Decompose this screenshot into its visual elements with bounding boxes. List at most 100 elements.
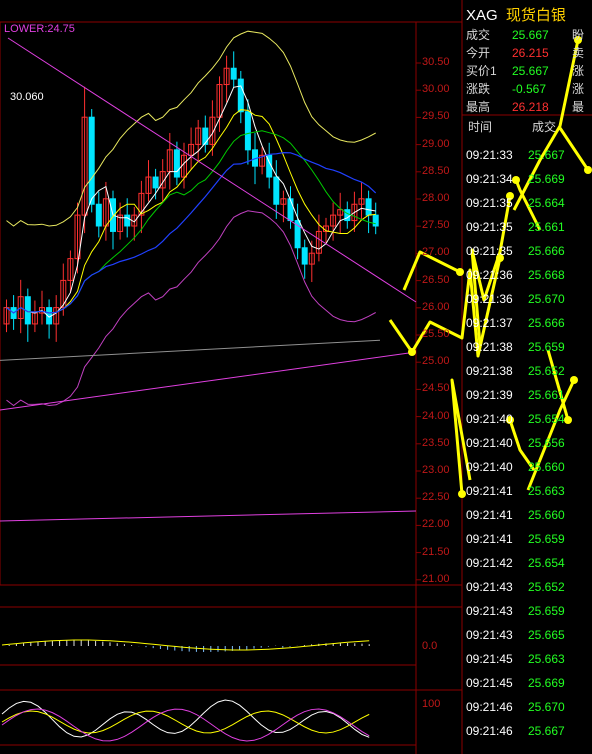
tick-row: 09:21:33 25.667 xyxy=(466,143,592,167)
tick-time: 09:21:45 xyxy=(466,676,513,690)
tick-row: 09:21:36 25.668 xyxy=(466,263,592,287)
candles-layer xyxy=(3,51,379,342)
tick-price: 25.659 xyxy=(528,532,565,546)
price-axis-label: 29.50 xyxy=(422,110,450,123)
tick-price: 25.661 xyxy=(528,388,565,402)
tick-time: 09:21:43 xyxy=(466,604,513,618)
quote-extra: 涨 xyxy=(572,64,585,78)
yellow-arrow-head xyxy=(458,490,466,498)
tick-time: 09:21:35 xyxy=(466,244,513,258)
tick-row: 09:21:43 25.659 xyxy=(466,599,592,623)
tick-time: 09:21:46 xyxy=(466,724,513,738)
candle-body xyxy=(124,214,131,227)
yellow-arrow-head xyxy=(456,268,464,276)
tick-row: 09:21:45 25.663 xyxy=(466,647,592,671)
tick-price: 25.654 xyxy=(528,556,565,570)
tick-price: 25.667 xyxy=(528,724,565,738)
candle-body xyxy=(244,111,251,151)
tick-price: 25.652 xyxy=(528,364,565,378)
tick-time: 09:21:39 xyxy=(466,388,513,402)
tick-time: 09:21:33 xyxy=(466,148,513,162)
macd-panel xyxy=(1,639,370,652)
tick-price: 25.654 xyxy=(528,412,565,426)
tick-time: 09:21:42 xyxy=(466,556,513,570)
price-axis-label: 27.00 xyxy=(422,246,450,259)
tick-price: 25.669 xyxy=(528,676,565,690)
price-axis-label: 30.50 xyxy=(422,56,450,68)
quote-label: 涨跌 xyxy=(466,82,491,96)
tick-time: 09:21:40 xyxy=(466,412,513,426)
flat-line xyxy=(0,339,381,361)
quote-value: -0.567 xyxy=(512,82,547,96)
quote-label: 成交 xyxy=(466,28,491,42)
tick-time: 09:21:46 xyxy=(466,700,513,714)
tick-time: 09:21:36 xyxy=(466,292,513,306)
tick-time: 09:21:43 xyxy=(466,580,513,594)
price-axis-label: 30.00 xyxy=(422,83,450,96)
ma-trend-line xyxy=(6,151,377,314)
tick-price: 25.669 xyxy=(528,172,565,186)
tick-row: 09:21:43 25.665 xyxy=(466,623,592,647)
ma-short-line xyxy=(6,85,376,318)
tick-time: 09:21:43 xyxy=(466,628,513,642)
quote-row: 买价1 25.667 涨 xyxy=(466,63,584,80)
tick-price: 25.670 xyxy=(528,292,565,306)
long-support-trendline xyxy=(0,510,417,522)
price-axis-label: 22.00 xyxy=(422,518,450,531)
tick-row: 09:21:45 25.669 xyxy=(466,671,592,695)
macd-zero-label: 0.0 xyxy=(422,640,438,652)
tick-price: 25.664 xyxy=(528,196,565,210)
tick-time: 09:21:38 xyxy=(466,364,513,378)
quote-extra: 涨 xyxy=(572,82,585,96)
tick-row: 09:21:46 25.667 xyxy=(466,719,592,743)
tick-time: 09:21:35 xyxy=(466,196,513,210)
rsi-100-label: 100 xyxy=(422,698,441,710)
price-axis-label: 26.00 xyxy=(422,300,450,313)
candle-body xyxy=(237,78,244,113)
quote-value: 25.667 xyxy=(512,64,549,78)
tick-row: 09:21:42 25.654 xyxy=(466,551,592,575)
quote-extra: 卖 xyxy=(572,46,585,60)
tick-row: 09:21:36 25.670 xyxy=(466,287,592,311)
tick-row: 09:21:38 25.652 xyxy=(466,359,592,383)
tick-price: 25.656 xyxy=(528,436,565,450)
quote-label: 买价1 xyxy=(466,64,497,78)
quote-extra: 最 xyxy=(572,100,585,114)
tick-price: 25.663 xyxy=(528,652,565,666)
tick-price: 25.666 xyxy=(528,316,565,330)
quote-row: 最高 26.218 最 xyxy=(466,99,584,116)
candle-body xyxy=(202,127,209,145)
tick-row: 09:21:41 25.663 xyxy=(466,479,592,503)
peak-price-label: 30.060 xyxy=(10,91,44,103)
candle-body xyxy=(365,198,372,216)
tick-price: 25.665 xyxy=(528,628,565,642)
tick-row: 09:21:35 25.664 xyxy=(466,191,592,215)
tick-time: 09:21:35 xyxy=(466,220,513,234)
tick-time: 09:21:41 xyxy=(466,484,513,498)
symbol-header: XAG 现货白银 xyxy=(466,4,566,25)
tick-price: 25.668 xyxy=(528,268,565,282)
tick-time: 09:21:38 xyxy=(466,340,513,354)
tick-time: 09:21:40 xyxy=(466,460,513,474)
tick-time: 09:21:34 xyxy=(466,172,513,186)
tick-row: 09:21:35 25.661 xyxy=(466,215,592,239)
price-axis-label: 24.00 xyxy=(422,409,450,422)
tick-row: 09:21:43 25.652 xyxy=(466,575,592,599)
tick-time: 09:21:40 xyxy=(466,436,513,450)
rsi-panel xyxy=(1,699,370,742)
price-axis-label: 26.50 xyxy=(422,273,450,286)
price-axis-label: 29.00 xyxy=(422,137,450,150)
quote-label: 最高 xyxy=(466,100,491,114)
price-axis-label: 28.50 xyxy=(422,164,450,177)
tick-row: 09:21:40 25.654 xyxy=(466,407,592,431)
candle-body xyxy=(95,203,102,227)
tick-row: 09:21:41 25.659 xyxy=(466,527,592,551)
tick-price: 25.660 xyxy=(528,460,565,474)
quote-extra: 盼 xyxy=(572,28,585,42)
tick-row: 09:21:41 25.660 xyxy=(466,503,592,527)
indicator-lines-layer xyxy=(0,30,417,522)
price-axis-label: 24.50 xyxy=(422,382,450,395)
price-axis-label: 22.50 xyxy=(422,491,450,504)
tick-price: 25.661 xyxy=(528,220,565,234)
tick-row: 09:21:35 25.666 xyxy=(466,239,592,263)
